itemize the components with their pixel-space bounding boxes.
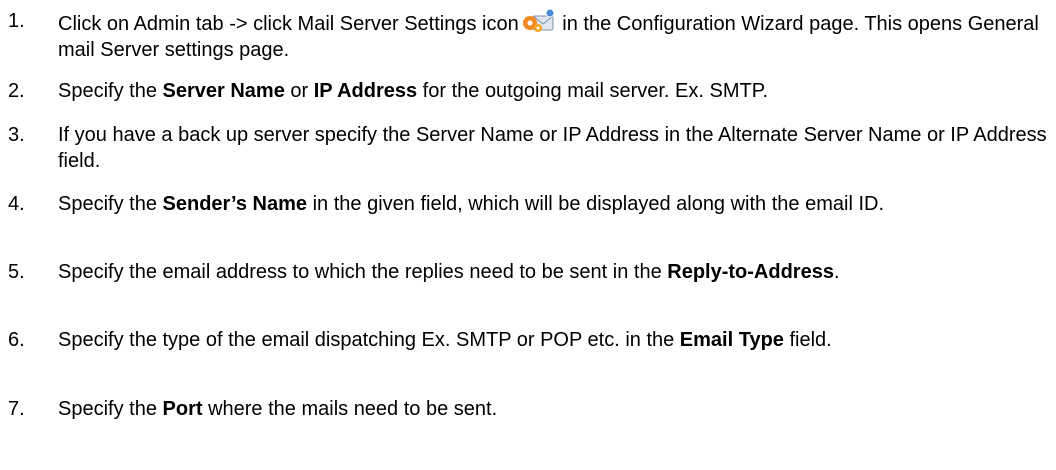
step-number: 2. (8, 80, 25, 102)
step-number: 4. (8, 193, 25, 215)
step-text: Specify the email address to which the r… (58, 261, 840, 283)
step-text: Click on Admin tab -> click Mail Server … (58, 8, 1048, 63)
step-text: Specify the type of the email dispatchin… (58, 329, 832, 351)
step-number: 7. (8, 398, 25, 420)
step-text: Specify the Port where the mails need to… (58, 398, 498, 420)
step-text: Specify the Server Name or IP Address fo… (58, 80, 769, 102)
step-number: 1. (8, 10, 25, 32)
step-number: 3. (8, 124, 25, 146)
step-text: If you have a back up server specify the… (58, 124, 1047, 172)
step-number: 5. (8, 261, 25, 283)
step-number: 6. (8, 329, 25, 351)
mail-settings-icon (521, 8, 557, 34)
step-text: Specify the Sender’s Name in the given f… (58, 193, 885, 215)
